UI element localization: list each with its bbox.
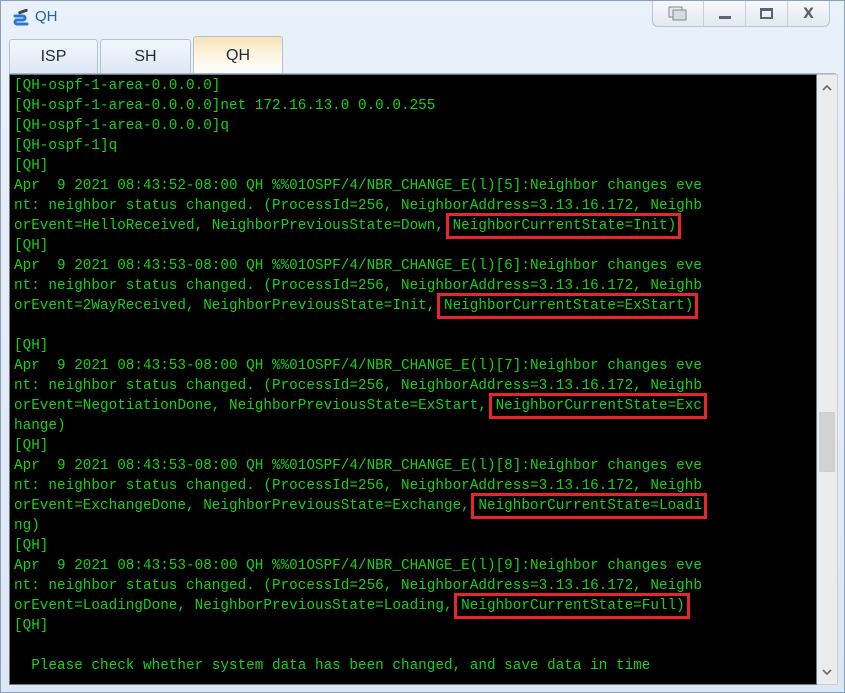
window-title: QH	[35, 8, 58, 25]
terminal-line: [QH-ospf-1-area-0.0.0.0]	[14, 78, 221, 94]
terminal-line: Apr 9 2021 08:43:52-08:00 QH %%01OSPF/4/…	[14, 178, 702, 194]
terminal-line: [QH-ospf-1-area-0.0.0.0]q	[14, 118, 229, 134]
terminal-line: nt: neighbor status changed. (ProcessId=…	[14, 198, 702, 214]
close-icon: X	[803, 5, 814, 22]
terminal-line: [QH]	[14, 538, 49, 554]
terminal-line: nt: neighbor status changed. (ProcessId=…	[14, 578, 702, 594]
restore-button[interactable]	[653, 1, 703, 26]
chevron-up-icon	[822, 84, 832, 91]
terminal-line: Apr 9 2021 08:43:53-08:00 QH %%01OSPF/4/…	[14, 358, 702, 374]
close-button[interactable]: X	[787, 1, 829, 26]
terminal-line: orEvent=HelloReceived, NeighborPreviousS…	[14, 218, 677, 234]
tab-label: SH	[134, 47, 157, 65]
scroll-down-button[interactable]	[817, 662, 837, 682]
maximize-button[interactable]	[745, 1, 787, 26]
terminal-line: orEvent=LoadingDone, NeighborPreviousSta…	[14, 598, 685, 614]
terminal-line: hange)	[14, 418, 66, 434]
maximize-icon	[760, 8, 773, 19]
tab-qh[interactable]: QH	[193, 36, 283, 74]
title-bar[interactable]: QH X	[1, 1, 844, 33]
terminal-line: Please check whether system data has bee…	[14, 658, 651, 674]
terminal-line: Apr 9 2021 08:43:53-08:00 QH %%01OSPF/4/…	[14, 458, 702, 474]
terminal-line: [QH]	[14, 438, 49, 454]
terminal-line: [QH]	[14, 158, 49, 174]
terminal-line: [QH]	[14, 618, 49, 634]
tab-isp[interactable]: ISP	[9, 39, 98, 74]
terminal-line: nt: neighbor status changed. (ProcessId=…	[14, 278, 702, 294]
terminal-line: [QH]	[14, 338, 49, 354]
terminal-line: [QH]	[14, 238, 49, 254]
minimize-button[interactable]	[703, 1, 745, 26]
session-tabs: ISP SH QH	[9, 36, 283, 74]
terminal-line: orEvent=NegotiationDone, NeighborPreviou…	[14, 398, 702, 414]
terminal-window: QH X ISP SH QH [QH-ospf-1-area-0.0.0.0] …	[0, 0, 845, 693]
network-link-icon	[13, 9, 29, 26]
terminal-line: [QH-ospf-1]q	[14, 138, 118, 154]
terminal-line: [QH-ospf-1-area-0.0.0.0]net 172.16.13.0 …	[14, 98, 436, 114]
terminal-line: Apr 9 2021 08:43:53-08:00 QH %%01OSPF/4/…	[14, 258, 702, 274]
vertical-scrollbar[interactable]	[817, 74, 838, 685]
scrollbar-thumb[interactable]	[819, 412, 835, 472]
tab-label: QH	[226, 46, 250, 64]
minimize-icon	[718, 16, 731, 19]
tab-label: ISP	[40, 47, 67, 65]
window-controls: X	[652, 1, 830, 27]
restore-windows-icon	[668, 6, 687, 20]
terminal-line: Apr 9 2021 08:43:53-08:00 QH %%01OSPF/4/…	[14, 558, 702, 574]
terminal-line: ng)	[14, 518, 40, 534]
terminal-output[interactable]: [QH-ospf-1-area-0.0.0.0] [QH-ospf-1-area-…	[9, 74, 817, 685]
terminal-line: nt: neighbor status changed. (ProcessId=…	[14, 378, 702, 394]
terminal-line: orEvent=2WayReceived, NeighborPreviousSt…	[14, 298, 694, 314]
tab-sh[interactable]: SH	[100, 39, 191, 74]
terminal-line: orEvent=ExchangeDone, NeighborPreviousSt…	[14, 498, 702, 514]
scroll-up-button[interactable]	[817, 77, 837, 97]
chevron-down-icon	[822, 668, 832, 675]
terminal-line: nt: neighbor status changed. (ProcessId=…	[14, 478, 702, 494]
